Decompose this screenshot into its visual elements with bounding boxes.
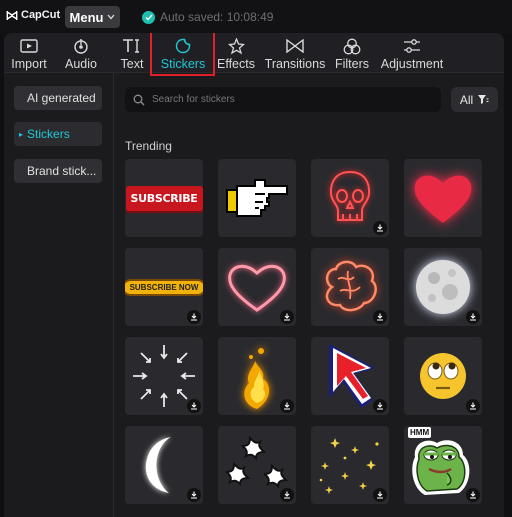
sidebar-item-label: AI generated [27, 91, 96, 105]
anger-symbol-icon [225, 435, 289, 489]
sidebar-item-ai-generated[interactable]: AI generated [14, 86, 102, 110]
pointing-hand-icon [226, 179, 288, 217]
fire-explosion-sticker[interactable] [218, 337, 296, 415]
transitions-icon [286, 36, 304, 56]
glowing-heart-sticker[interactable] [404, 159, 482, 237]
chevron-down-icon [107, 14, 115, 20]
filters-icon [343, 36, 361, 56]
app-logo: CapCut [6, 9, 60, 21]
download-icon[interactable] [280, 399, 294, 413]
neon-heart-outline-sticker[interactable] [218, 248, 296, 326]
stickers-icon [175, 36, 191, 56]
sidebar-divider [113, 73, 114, 517]
sticker-text: SUBSCRIBE NOW [125, 278, 203, 296]
tab-adjustment[interactable]: Adjustment [380, 33, 444, 73]
tab-transitions[interactable]: Transitions [264, 33, 326, 73]
download-icon[interactable] [373, 221, 387, 235]
check-circle-icon [142, 10, 155, 24]
neon-skull-sticker[interactable] [311, 159, 389, 237]
app-name: CapCut [21, 9, 61, 21]
tab-bar: Import Audio Text Stickers Effects Trans… [4, 33, 504, 76]
red-arrow-cursor-sticker[interactable] [311, 337, 389, 415]
sticker-text: HMM [408, 427, 432, 438]
sparkle-stars-sticker[interactable] [311, 426, 389, 504]
tab-import[interactable]: Import [9, 33, 49, 73]
text-icon [122, 36, 142, 56]
download-icon[interactable] [466, 488, 480, 502]
sticker-text: SUBSCRIBE [125, 185, 203, 211]
crescent-moon-icon [145, 437, 171, 493]
top-bar: CapCut Menu Auto saved: 10:08:49 [0, 0, 512, 34]
pixel-hand-sticker[interactable] [218, 159, 296, 237]
full-moon-sticker[interactable] [404, 248, 482, 326]
download-icon[interactable] [280, 310, 294, 324]
tab-text[interactable]: Text [116, 33, 148, 73]
import-icon [20, 36, 38, 56]
sidebar-item-label: Stickers [27, 127, 70, 141]
sidebar-item-brand-stickers[interactable]: Brand stick... [14, 159, 102, 183]
heart-icon [414, 175, 472, 223]
autosave-status: Auto saved: 10:08:49 [142, 10, 273, 24]
menu-button[interactable]: Menu [65, 6, 120, 28]
media-panel: Import Audio Text Stickers Effects Trans… [4, 33, 504, 517]
search-box [125, 87, 441, 112]
section-title: Trending [125, 139, 172, 153]
filter-icon [478, 95, 489, 104]
download-icon[interactable] [187, 310, 201, 324]
download-icon[interactable] [373, 399, 387, 413]
download-icon[interactable] [187, 488, 201, 502]
download-icon[interactable] [373, 488, 387, 502]
download-icon[interactable] [373, 310, 387, 324]
tab-filters[interactable]: Filters [334, 33, 370, 73]
autosave-text: Auto saved: 10:08:49 [160, 10, 274, 24]
anger-symbols-sticker[interactable] [218, 426, 296, 504]
capcut-logo-icon [6, 10, 18, 20]
search-icon [133, 94, 145, 105]
moon-icon [416, 260, 470, 314]
radial-arrows-sticker[interactable] [125, 337, 203, 415]
tab-stickers[interactable]: Stickers [156, 33, 210, 73]
sidebar-item-stickers[interactable]: ▸ Stickers [14, 122, 102, 146]
search-input[interactable] [152, 94, 422, 105]
effects-icon [227, 36, 245, 56]
filter-button[interactable]: All [451, 87, 498, 112]
download-icon[interactable] [187, 399, 201, 413]
adjustment-icon [403, 36, 421, 56]
skull-icon [329, 170, 371, 221]
menu-label: Menu [69, 9, 104, 25]
download-icon[interactable] [280, 488, 294, 502]
download-icon[interactable] [466, 310, 480, 324]
sticker-grid: SUBSCRIBE SUBSCRIBE NOW HMM [125, 159, 501, 504]
heart-outline-icon [228, 264, 286, 312]
subscribe-red-sticker[interactable]: SUBSCRIBE [125, 159, 203, 237]
download-icon[interactable] [466, 399, 480, 413]
audio-icon [73, 36, 89, 56]
fire-icon [244, 348, 270, 409]
rolling-eyes-emoji-sticker[interactable] [404, 337, 482, 415]
subscribe-now-sticker[interactable]: SUBSCRIBE NOW [125, 248, 203, 326]
filter-label: All [459, 92, 474, 107]
brain-icon [325, 260, 377, 312]
frog-meme-sticker[interactable]: HMM [404, 426, 482, 504]
tab-audio[interactable]: Audio [61, 33, 101, 73]
tab-effects[interactable]: Effects [216, 33, 256, 73]
rolling-eyes-emoji-icon [420, 353, 466, 399]
crescent-moon-sticker[interactable] [125, 426, 203, 504]
neon-brain-sticker[interactable] [311, 248, 389, 326]
bullet-icon: ▸ [19, 129, 24, 139]
sidebar-item-label: Brand stick... [27, 164, 97, 178]
sparkle-stars-icon [319, 438, 379, 494]
